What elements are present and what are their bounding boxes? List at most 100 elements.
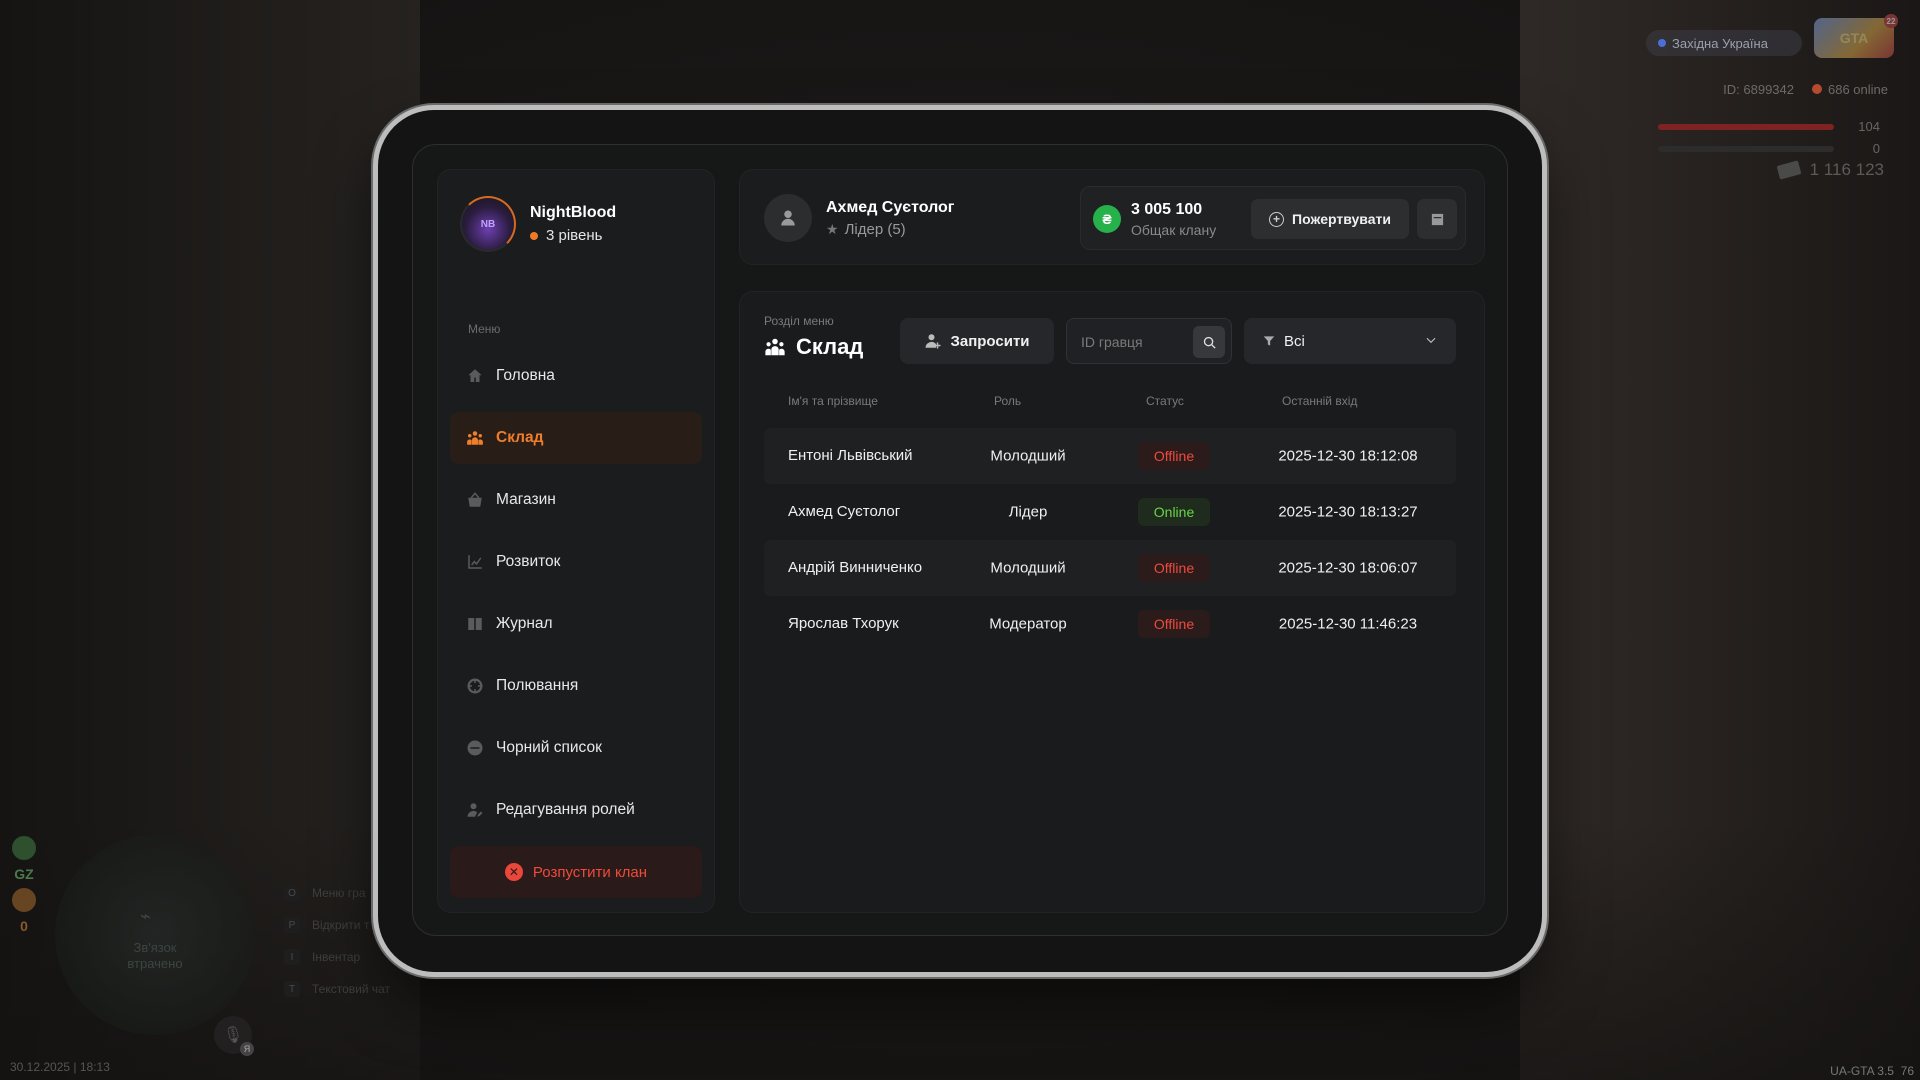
sidebar-item-journal[interactable]: Журнал xyxy=(450,598,702,650)
server-badge: Західна Україна xyxy=(1646,30,1802,56)
online-count-wrap: 686 online xyxy=(1812,82,1888,97)
keyhint-key: T xyxy=(284,981,300,997)
profile-level: 3 рівень xyxy=(530,227,616,244)
column-header-name: Ім'я та прізвище xyxy=(788,394,878,408)
health-bar xyxy=(1658,124,1834,130)
bank-label: Общак клану xyxy=(1131,222,1217,238)
tablet-screen: NB NightBlood 3 рівень Меню Головна Скла… xyxy=(412,144,1508,936)
star-icon: ★ xyxy=(826,220,839,237)
plus-circle-icon: + xyxy=(1269,211,1285,227)
search-button[interactable] xyxy=(1193,326,1225,358)
sidebar-item-label: Розвиток xyxy=(496,553,561,570)
sidebar-item-members[interactable]: Склад xyxy=(450,412,702,464)
members-panel: Розділ меню Склад Запросити ID гравця Вс… xyxy=(739,291,1485,913)
status-badge: Offline xyxy=(1138,610,1210,638)
user-icon xyxy=(781,210,795,226)
leader-info: Ахмед Суєтолог ★ Лідер (5) xyxy=(764,194,954,242)
table-row[interactable]: Ахмед Суєтолог Лідер Online 2025-12-30 1… xyxy=(764,484,1456,540)
gz-label: GZ xyxy=(14,866,34,882)
table-row[interactable]: Андрій Винниченко Молодший Offline 2025-… xyxy=(764,540,1456,596)
profile-level-text: 3 рівень xyxy=(546,227,603,244)
microphone-icon: 🎙 Я xyxy=(214,1016,254,1056)
player-id: ID: 6899342 xyxy=(1723,82,1794,97)
keyhint-key: P xyxy=(284,917,300,933)
sidebar-item-label: Головна xyxy=(496,367,555,384)
donate-label: Пожертвувати xyxy=(1292,211,1391,227)
member-last-login: 2025-12-30 11:46:23 xyxy=(1278,615,1418,633)
fps-counter: 76 xyxy=(1900,1064,1914,1078)
invite-button[interactable]: Запросити xyxy=(900,318,1054,364)
filter-value: Всі xyxy=(1284,332,1305,350)
members-icon xyxy=(467,431,483,445)
member-name: Ярослав Тхорук xyxy=(788,615,899,632)
leader-role-text: Лідер (5) xyxy=(844,220,906,238)
leader-avatar xyxy=(764,194,812,242)
member-role: Лідер xyxy=(1008,503,1048,521)
crosshair-icon xyxy=(467,678,483,694)
hryvnia-coin-icon: ₴ xyxy=(1093,205,1121,233)
block-icon xyxy=(467,740,483,756)
user-edit-icon xyxy=(467,803,483,817)
sidebar: NB NightBlood 3 рівень Меню Головна Скла… xyxy=(437,169,715,913)
donate-button[interactable]: + Пожертвувати xyxy=(1251,199,1409,239)
health-value: 104 xyxy=(1858,119,1880,134)
status-badge: Offline xyxy=(1138,442,1210,470)
datetime: 30.12.2025 | 18:13 xyxy=(10,1060,110,1074)
swords-icon xyxy=(12,888,36,912)
chart-icon xyxy=(468,555,482,569)
minimap xyxy=(55,835,255,1035)
keyhint-key: I xyxy=(284,949,300,965)
keyhint-label: Інвентар xyxy=(312,950,361,964)
keyhint: O Меню гра xyxy=(284,885,390,901)
menu-label: Меню xyxy=(468,322,501,336)
status-badge: Online xyxy=(1138,498,1210,526)
online-count: 686 online xyxy=(1828,82,1888,97)
version-text: UA-GTA 3.5 xyxy=(1830,1064,1894,1078)
version: UA-GTA 3.5 76 xyxy=(1830,1064,1914,1078)
sidebar-item-label: Чорний список xyxy=(496,739,602,756)
sidebar-item-shop[interactable]: Магазин xyxy=(450,474,702,526)
disband-clan-label: Розпустити клан xyxy=(532,863,648,881)
status-badge: Offline xyxy=(1138,554,1210,582)
hud-money: 1 116 123 xyxy=(1776,160,1884,180)
member-role: Модератор xyxy=(989,615,1067,633)
search-input[interactable]: ID гравця xyxy=(1066,318,1232,364)
avatar: NB xyxy=(460,196,516,252)
member-last-login: 2025-12-30 18:13:27 xyxy=(1278,503,1418,521)
money-value: 1 116 123 xyxy=(1809,160,1884,179)
sidebar-item-development[interactable]: Розвиток xyxy=(450,536,702,588)
column-header-role: Роль xyxy=(994,394,1022,408)
safe-button[interactable] xyxy=(1417,199,1457,239)
table-header: Ім'я та прізвище Роль Статус Останній вх… xyxy=(764,394,1456,414)
add-user-icon xyxy=(925,334,941,349)
chevron-down-icon xyxy=(1424,333,1438,347)
online-dot-icon xyxy=(1812,84,1822,94)
section-label: Розділ меню xyxy=(764,314,834,328)
sidebar-item-role-editing[interactable]: Редагування ролей xyxy=(450,784,702,836)
table-row[interactable]: Ярослав Тхорук Модератор Offline 2025-12… xyxy=(764,596,1456,652)
gz-value: 0 xyxy=(20,918,28,934)
keyhint-label: Меню гра xyxy=(312,886,366,900)
sidebar-item-hunting[interactable]: Полювання xyxy=(450,660,702,712)
shield-icon xyxy=(12,836,36,860)
sidebar-item-label: Магазин xyxy=(496,491,556,508)
leader-role: ★ Лідер (5) xyxy=(826,221,954,238)
member-last-login: 2025-12-30 18:06:07 xyxy=(1278,559,1418,577)
role-filter-select[interactable]: Всі xyxy=(1244,318,1456,364)
game-logo-badge: 22 xyxy=(1884,14,1898,28)
sidebar-menu: Головна Склад Магазин Розвиток Журнал По… xyxy=(450,350,702,836)
leader-name: Ахмед Суєтолог xyxy=(826,198,955,216)
bank-amount: 3 005 100 xyxy=(1131,201,1203,218)
profile-name: NightBlood xyxy=(530,204,617,221)
column-header-status: Статус xyxy=(1146,394,1184,408)
table-row[interactable]: Ентоні Львівський Молодший Offline 2025-… xyxy=(764,428,1456,484)
cash-icon xyxy=(1776,160,1802,180)
sidebar-item-home[interactable]: Головна xyxy=(450,350,702,402)
member-name: Андрій Винниченко xyxy=(788,559,923,576)
disband-clan-button[interactable]: ✕ Розпустити клан xyxy=(450,846,702,898)
sidebar-item-blacklist[interactable]: Чорний список xyxy=(450,722,702,774)
server-dot-icon xyxy=(1658,39,1666,47)
clan-header: Ахмед Суєтолог ★ Лідер (5) ₴ 3 005 100 Об… xyxy=(739,169,1485,265)
no-signal-icon: ⌁ xyxy=(140,906,151,926)
hud-ids: ID: 6899342 686 online xyxy=(1723,82,1888,97)
